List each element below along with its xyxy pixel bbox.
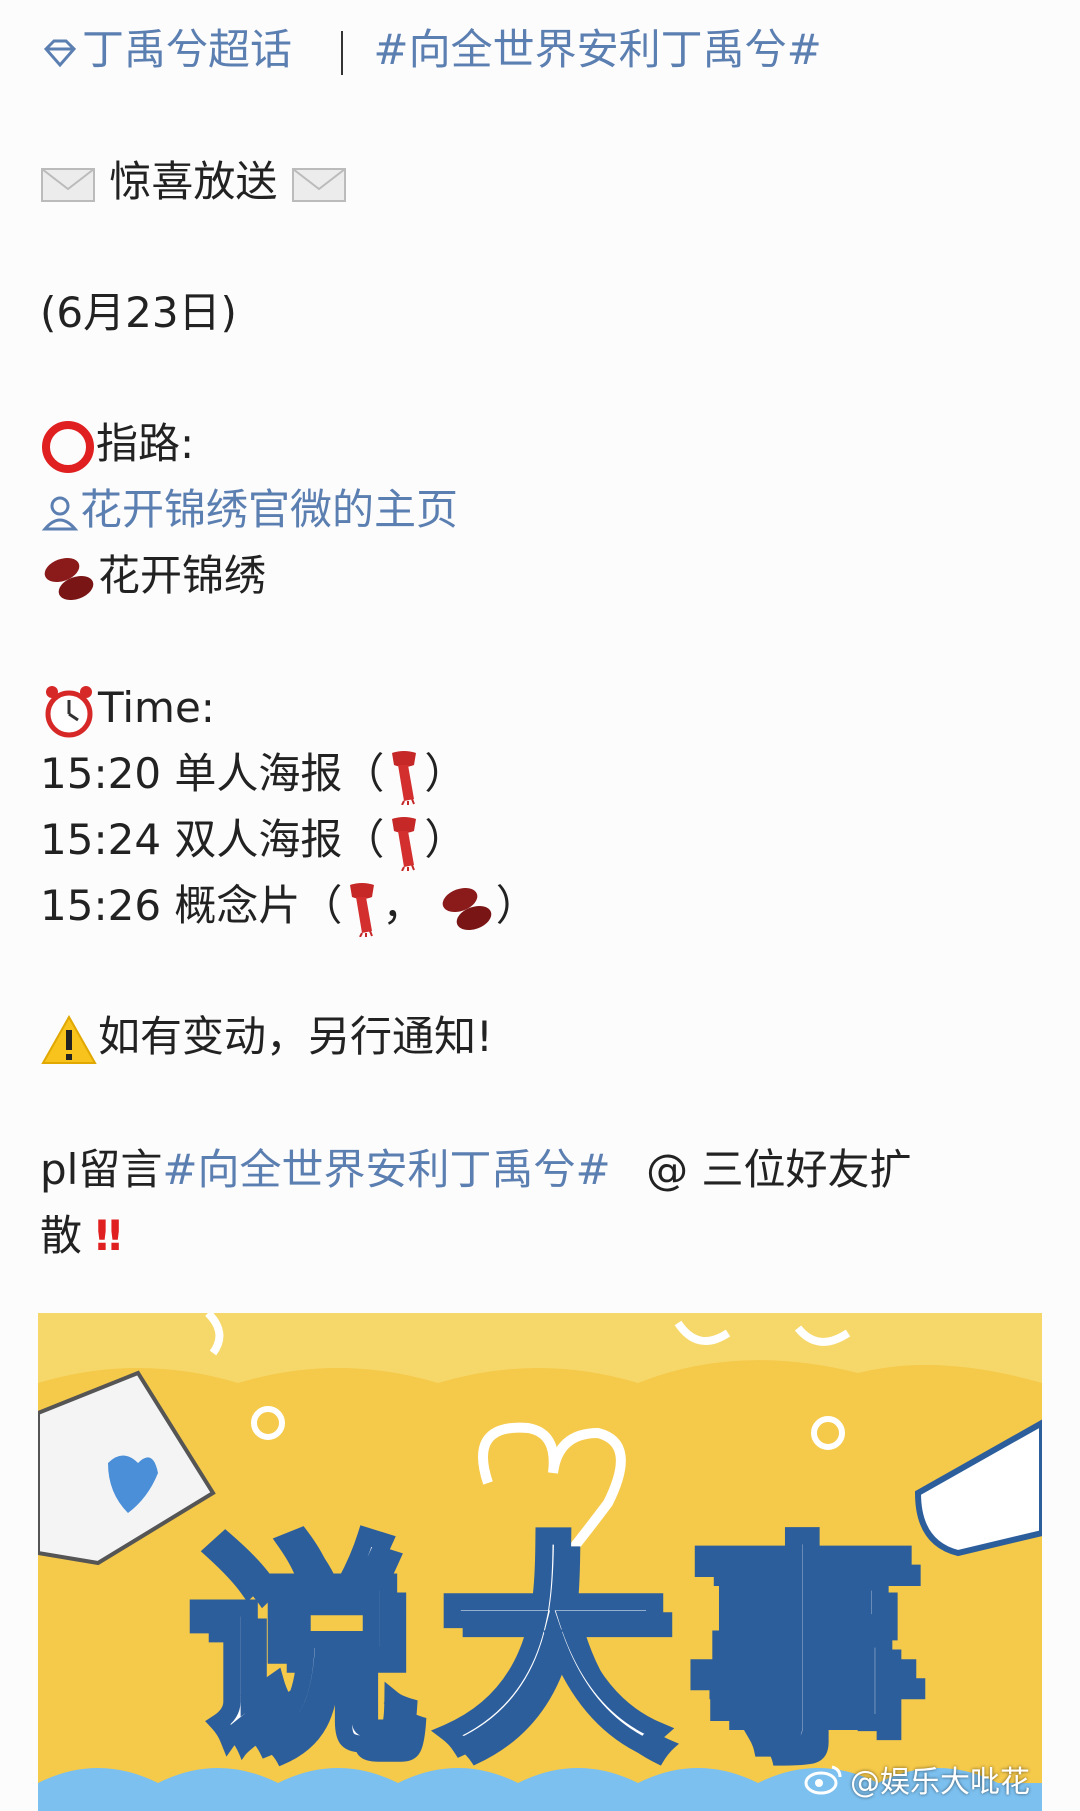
schedule-item: 15:20 单人海报（ ） bbox=[40, 744, 466, 805]
user-icon bbox=[41, 496, 79, 530]
beans-label: 花开锦绣 bbox=[98, 551, 267, 600]
schedule-label: 单人海报（ bbox=[174, 749, 385, 798]
schedule-label: 概念片（ bbox=[174, 881, 343, 930]
guide-label: 指路: bbox=[96, 419, 195, 468]
schedule-time: 15:20 bbox=[40, 749, 162, 798]
divider bbox=[341, 30, 344, 75]
pl-end: 散 bbox=[40, 1211, 83, 1260]
notice-line: 如有变动，另行通知! bbox=[40, 1007, 493, 1067]
post-image[interactable]: 说大事 @娱乐大吡花 bbox=[38, 1313, 1042, 1811]
diamond-icon bbox=[43, 39, 77, 67]
surprise-text: 惊喜放送 bbox=[109, 157, 278, 206]
weibo-icon bbox=[804, 1765, 842, 1795]
pl-hashtag-link[interactable]: #向全世界安利丁禹兮# bbox=[162, 1145, 610, 1194]
pl-line: pl留言#向全世界安利丁禹兮# @ 三位好友扩 bbox=[40, 1140, 911, 1200]
watermark-text: @娱乐大吡花 bbox=[850, 1765, 1030, 1800]
watermark: @娱乐大吡花 bbox=[804, 1757, 1030, 1801]
double-exclamation-icon: ‼ bbox=[95, 1211, 122, 1260]
guide-line: 指路: bbox=[40, 414, 194, 475]
scarf-icon bbox=[392, 816, 417, 871]
profile-link-label[interactable]: 花开锦绣官微的主页 bbox=[80, 485, 458, 534]
topic-header: 丁禹兮超话 #向全世界安利丁禹兮# bbox=[40, 20, 822, 80]
envelope-icon bbox=[41, 167, 95, 202]
date-line: (6月23日) bbox=[40, 288, 237, 337]
pl-suffix: @ 三位好友扩 bbox=[646, 1145, 912, 1194]
pl-line-end: 散 ‼ bbox=[40, 1206, 122, 1266]
schedule-time: 15:24 bbox=[40, 815, 162, 864]
beans-icon bbox=[442, 887, 492, 930]
time-line: Time: bbox=[40, 678, 215, 740]
pl-prefix: pl留言 bbox=[40, 1145, 163, 1194]
surprise-line: 惊喜放送 bbox=[40, 152, 347, 212]
red-circle-icon bbox=[42, 420, 94, 473]
supertopic-label[interactable]: 丁禹兮超话 bbox=[82, 25, 292, 74]
hashtag-link[interactable]: #向全世界安利丁禹兮# bbox=[373, 25, 821, 74]
beans-icon bbox=[44, 557, 94, 600]
schedule-item: 15:26 概念片（ ， ） bbox=[40, 876, 538, 937]
schedule-close: ） bbox=[424, 749, 467, 798]
schedule-item: 15:24 双人海报（ ） bbox=[40, 810, 466, 871]
profile-link[interactable]: 花开锦绣官微的主页 bbox=[40, 480, 458, 540]
notice-text: 如有变动，另行通知! bbox=[98, 1012, 493, 1061]
alarm-clock-icon bbox=[45, 685, 93, 737]
schedule-label: 双人海报（ bbox=[174, 815, 385, 864]
schedule-close: ） bbox=[495, 881, 538, 930]
envelope-icon bbox=[291, 167, 346, 202]
scarf-icon bbox=[392, 750, 417, 805]
time-label: Time: bbox=[98, 683, 215, 732]
scarf-icon bbox=[350, 882, 375, 937]
schedule-close: ） bbox=[424, 815, 467, 864]
beans-line: 花开锦绣 bbox=[40, 546, 266, 606]
schedule-mid: ， bbox=[382, 881, 425, 930]
supertopic-link[interactable]: 丁禹兮超话 bbox=[40, 25, 305, 74]
schedule-time: 15:26 bbox=[40, 881, 162, 930]
image-title: 说大事 bbox=[183, 1512, 939, 1789]
warning-icon bbox=[41, 1014, 97, 1064]
